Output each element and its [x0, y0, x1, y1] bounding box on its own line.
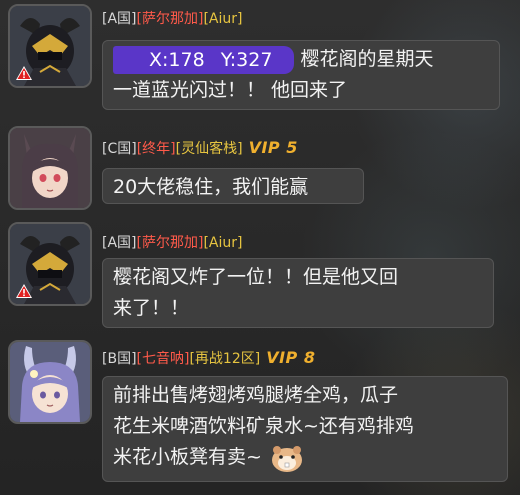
message-header: [C国][终年][灵仙客栈] VIP 5: [102, 138, 298, 158]
vip-badge: VIP 8: [266, 348, 316, 367]
message-header: [B国][七音呐][再战12区] VIP 8: [102, 348, 315, 368]
message-header: [A国][萨尔那加][Aiur]: [102, 232, 242, 252]
guild-tag[interactable]: [Aiur]: [203, 235, 242, 251]
vip-badge: VIP 5: [248, 138, 298, 157]
avatar-dark-knight[interactable]: [8, 4, 92, 88]
warning-icon: [16, 66, 32, 80]
message-text: 樱花阁又炸了一位！！但是他又回: [113, 266, 399, 288]
nation-tag: [A国]: [102, 11, 137, 27]
player-name[interactable]: [七音呐]: [137, 351, 190, 367]
chat-bubble: 樱花阁又炸了一位！！但是他又回 来了！！: [102, 258, 494, 328]
player-name[interactable]: [萨尔那加]: [137, 235, 204, 251]
avatar-bunny-girl[interactable]: [8, 340, 92, 424]
message-text: 樱花阁的星期天: [300, 48, 434, 70]
chat-bubble: X:178 Y:327 樱花阁的星期天 一道蓝光闪过！！ 他回来了: [102, 40, 500, 110]
message-text: 20大佬稳住，我们能赢: [113, 176, 309, 198]
hamster-emoji-icon: [271, 445, 302, 472]
guild-tag[interactable]: [Aiur]: [203, 11, 242, 27]
message-text: 花生米啤酒饮料矿泉水~还有鸡排鸡: [113, 415, 414, 437]
avatar-dark-knight[interactable]: [8, 222, 92, 306]
coord-y: Y:327: [220, 48, 273, 71]
message-text: 一道蓝光闪过！！ 他回来了: [113, 79, 348, 101]
message-text: 前排出售烤翅烤鸡腿烤全鸡，瓜子: [113, 384, 399, 406]
coord-x: X:178: [149, 48, 205, 71]
nation-tag: [B国]: [102, 351, 137, 367]
message-text: 来了！！: [113, 297, 190, 319]
chat-bubble: 前排出售烤翅烤鸡腿烤全鸡，瓜子 花生米啤酒饮料矿泉水~还有鸡排鸡 米花小板凳有卖…: [102, 376, 508, 482]
player-name[interactable]: [终年]: [137, 141, 176, 157]
message-text: 米花小板凳有卖~: [113, 446, 262, 468]
player-name[interactable]: [萨尔那加]: [137, 11, 204, 27]
guild-tag[interactable]: [灵仙客栈]: [176, 141, 243, 157]
coordinate-link[interactable]: X:178 Y:327: [113, 45, 295, 74]
avatar-fox-girl[interactable]: [8, 126, 92, 210]
warning-icon: [16, 284, 32, 298]
guild-tag[interactable]: [再战12区]: [189, 351, 260, 367]
message-header: [A国][萨尔那加][Aiur]: [102, 8, 242, 28]
chat-bubble: 20大佬稳住，我们能赢: [102, 168, 364, 204]
nation-tag: [A国]: [102, 235, 137, 251]
nation-tag: [C国]: [102, 141, 137, 157]
